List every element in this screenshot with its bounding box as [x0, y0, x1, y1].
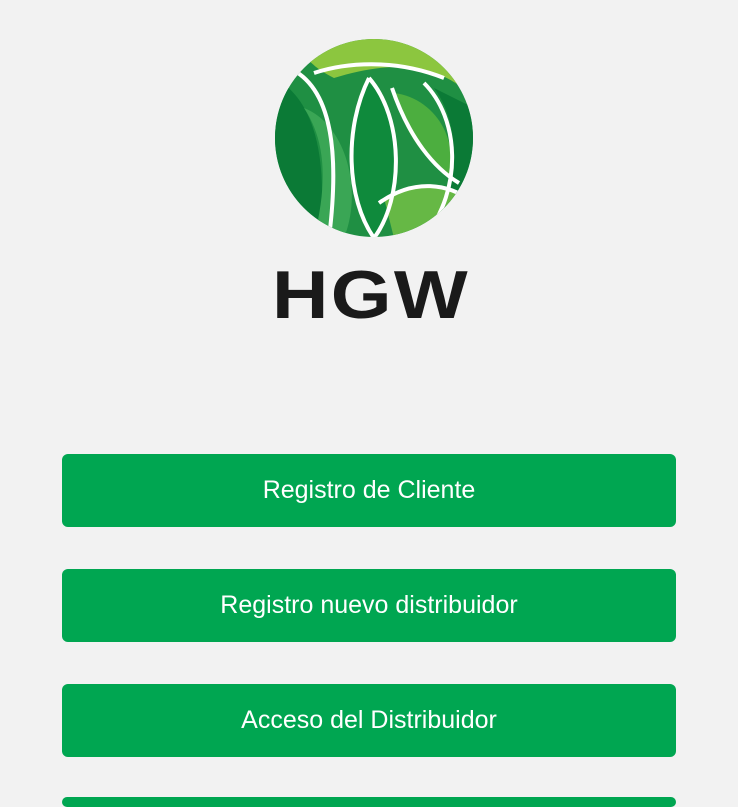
brand-logo: HGW	[0, 0, 738, 340]
registro-cliente-label: Registro de Cliente	[262, 476, 476, 504]
leaf-emblem-icon	[275, 39, 473, 237]
partial-next-button[interactable]	[62, 797, 676, 807]
registro-distribuidor-button[interactable]: Registro nuevo distribuidor	[62, 569, 676, 642]
svg-text:HGW: HGW	[272, 262, 470, 324]
hgw-wordmark: HGW	[272, 262, 470, 324]
acceso-distribuidor-label: Acceso del Distribuidor	[241, 706, 497, 734]
acceso-distribuidor-button[interactable]: Acceso del Distribuidor	[62, 684, 676, 757]
registro-cliente-button[interactable]: Registro de Cliente	[62, 454, 676, 527]
registro-distribuidor-label: Registro nuevo distribuidor	[220, 591, 518, 619]
